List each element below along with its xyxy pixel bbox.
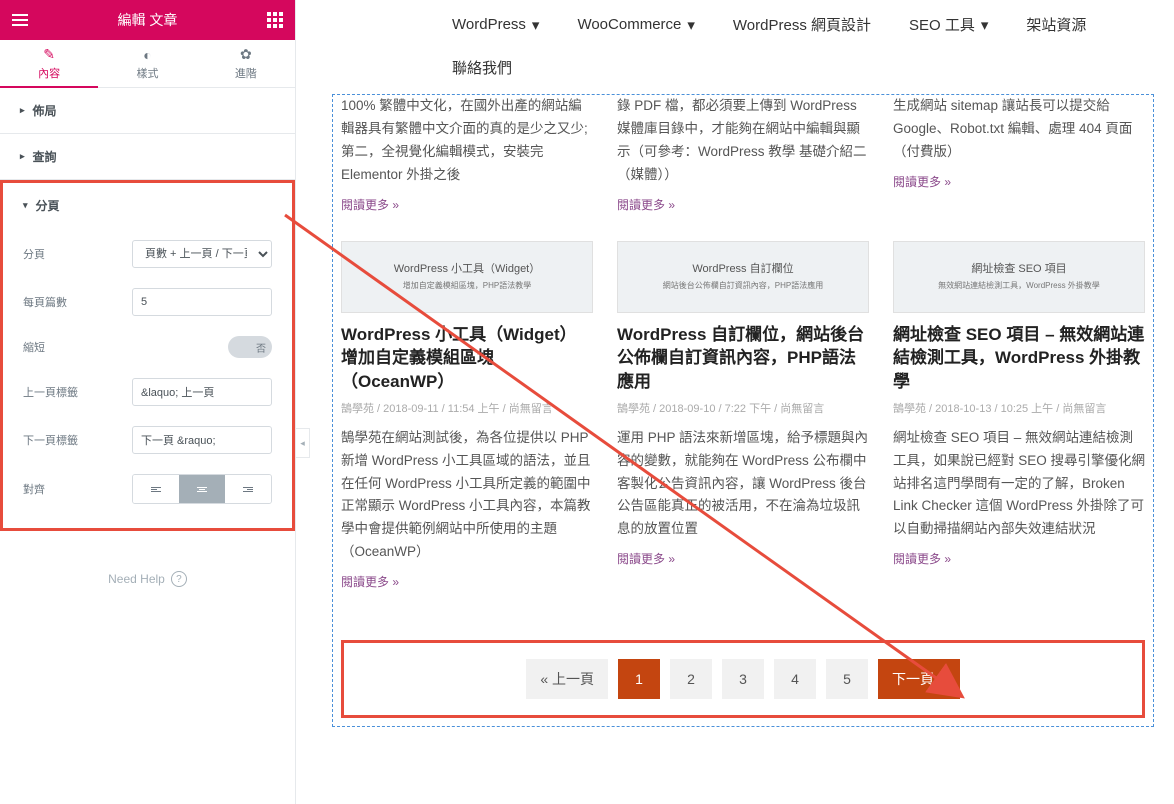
post-title[interactable]: 網址檢查 SEO 項目 – 無效網站連結檢測工具，WordPress 外掛教學 [893, 323, 1145, 394]
nav-wordpress[interactable]: WordPress▾ [452, 14, 539, 35]
post-excerpt: 鵠學苑在網站測試後，為各位提供以 PHP 新增 WordPress 小工具區域的… [341, 427, 593, 565]
widgets-grid-icon[interactable] [267, 12, 283, 28]
per-page-label: 每頁篇數 [23, 294, 67, 310]
menu-icon[interactable] [12, 14, 28, 26]
caret-right-icon: ▸ [20, 105, 25, 116]
post-excerpt: 生成網站 sitemap 讓站長可以提交給 Google、Robot.txt 編… [893, 95, 1145, 164]
shorten-toggle[interactable]: 否 [228, 336, 272, 358]
prev-text-label: 上一頁標籤 [23, 384, 78, 400]
post-excerpt-partial: 錄 PDF 檔，都必須要上傳到 WordPress 媒體庫目錄中，才能夠在網站中… [617, 95, 869, 217]
page-number-1[interactable]: 1 [618, 659, 660, 699]
nav-contact[interactable]: 聯絡我們 [452, 57, 1154, 78]
sidebar-title: 編輯 文章 [118, 10, 178, 30]
contrast-icon: ◐ [143, 47, 151, 63]
post-card: WordPress 小工具（Widget）增加自定義模組區塊，PHP語法教學 Wo… [341, 241, 593, 595]
top-navigation: WordPress▾ WooCommerce▾ WordPress 網頁設計 S… [332, 0, 1154, 49]
align-group [132, 474, 272, 504]
nav-design[interactable]: WordPress 網頁設計 [733, 14, 871, 35]
post-card: 網址檢查 SEO 項目無效網站連結檢測工具，WordPress 外掛教學網址檢查… [893, 241, 1145, 595]
caret-right-icon: ▸ [20, 151, 25, 162]
tab-advanced[interactable]: ✿ 進階 [197, 40, 295, 88]
post-excerpt: 100% 繁體中文化，在國外出產的網站編輯器具有繁體中文介面的真的是少之又少; … [341, 95, 593, 187]
read-more-link[interactable]: 閱讀更多 » [617, 549, 675, 569]
pagination-prev[interactable]: « 上一頁 [526, 659, 608, 699]
tab-style[interactable]: ◐ 樣式 [98, 40, 196, 88]
post-meta: 鵠學苑 / 2018-09-10 / 7:22 下午 / 尚無留言 [617, 400, 869, 419]
chevron-down-icon: ▾ [687, 16, 695, 34]
read-more-link[interactable]: 閱讀更多 » [341, 195, 399, 215]
post-excerpt: 運用 PHP 語法來新增區塊，給予標題與內容的變數，就能夠在 WordPress… [617, 427, 869, 542]
post-thumbnail[interactable]: WordPress 小工具（Widget）增加自定義模組區塊，PHP語法教學 [341, 241, 593, 313]
post-excerpt-partial: 100% 繁體中文化，在國外出產的網站編輯器具有繁體中文介面的真的是少之又少; … [341, 95, 593, 217]
chevron-down-icon: ▾ [981, 16, 989, 34]
panel-tabs: ✎ 內容 ◐ 樣式 ✿ 進階 [0, 40, 295, 88]
posts-widget-selected[interactable]: 100% 繁體中文化，在國外出產的網站編輯器具有繁體中文介面的真的是少之又少; … [332, 94, 1154, 727]
caret-down-icon: ▾ [23, 200, 28, 211]
post-title[interactable]: WordPress 自訂欄位，網站後台公佈欄自訂資訊內容，PHP語法應用 [617, 323, 869, 394]
pencil-icon: ✎ [43, 46, 55, 63]
pagination-type-select[interactable]: 頁數 + 上一頁 / 下一頁 [132, 240, 272, 268]
elementor-sidebar: 編輯 文章 ✎ 內容 ◐ 樣式 ✿ 進階 ▸佈局 ▸查詢 ▾分頁 分頁 頁數 +… [0, 0, 296, 804]
page-number-5[interactable]: 5 [826, 659, 868, 699]
read-more-link[interactable]: 閱讀更多 » [893, 172, 951, 192]
section-pagination-highlighted: ▾分頁 分頁 頁數 + 上一頁 / 下一頁 每頁篇數 縮短 否 上一頁標籤 下一… [0, 180, 295, 531]
align-right-button[interactable] [225, 475, 271, 503]
need-help-link[interactable]: Need Help ? [0, 531, 295, 627]
section-query[interactable]: ▸查詢 [0, 134, 295, 179]
collapse-sidebar-handle[interactable]: ◂ [296, 428, 310, 458]
prev-text-input[interactable] [132, 378, 272, 406]
page-number-3[interactable]: 3 [722, 659, 764, 699]
per-page-input[interactable] [132, 288, 272, 316]
post-card: WordPress 自訂欄位網站後台公佈欄自訂資訊內容，PHP語法應用 WordP… [617, 241, 869, 595]
section-layout[interactable]: ▸佈局 [0, 88, 295, 133]
sidebar-header: 編輯 文章 [0, 0, 295, 40]
pagination-type-label: 分頁 [23, 246, 45, 262]
section-pagination[interactable]: ▾分頁 [3, 183, 292, 228]
read-more-link[interactable]: 閱讀更多 » [341, 572, 399, 592]
post-title[interactable]: WordPress 小工具（Widget）增加自定義模組區塊（OceanWP） [341, 323, 593, 394]
post-thumbnail[interactable]: WordPress 自訂欄位網站後台公佈欄自訂資訊內容，PHP語法應用 [617, 241, 869, 313]
read-more-link[interactable]: 閱讀更多 » [617, 195, 675, 215]
nav-woocommerce[interactable]: WooCommerce▾ [577, 14, 694, 35]
pagination-next[interactable]: 下一頁 » [878, 659, 960, 699]
pagination-highlighted: « 上一頁 12345 下一頁 » [341, 640, 1145, 718]
align-left-button[interactable] [133, 475, 179, 503]
nav-resources[interactable]: 架站資源 [1026, 14, 1086, 35]
post-excerpt: 網址檢查 SEO 項目 – 無效網站連結檢測工具，如果說已經對 SEO 搜尋引擎… [893, 427, 1145, 542]
page-number-4[interactable]: 4 [774, 659, 816, 699]
preview-area: WordPress▾ WooCommerce▾ WordPress 網頁設計 S… [312, 0, 1174, 804]
nav-seo[interactable]: SEO 工具▾ [909, 14, 988, 35]
align-center-button[interactable] [179, 475, 225, 503]
post-meta: 鵠學苑 / 2018-09-11 / 11:54 上午 / 尚無留言 [341, 400, 593, 419]
tab-content[interactable]: ✎ 內容 [0, 40, 98, 88]
post-thumbnail[interactable]: 網址檢查 SEO 項目無效網站連結檢測工具，WordPress 外掛教學 [893, 241, 1145, 313]
read-more-link[interactable]: 閱讀更多 » [893, 549, 951, 569]
next-text-label: 下一頁標籤 [23, 432, 78, 448]
help-icon: ? [171, 571, 187, 587]
shorten-label: 縮短 [23, 339, 45, 355]
chevron-down-icon: ▾ [532, 16, 540, 34]
next-text-input[interactable] [132, 426, 272, 454]
page-number-2[interactable]: 2 [670, 659, 712, 699]
align-label: 對齊 [23, 481, 45, 497]
post-excerpt-partial: 生成網站 sitemap 讓站長可以提交給 Google、Robot.txt 編… [893, 95, 1145, 217]
gear-icon: ✿ [240, 46, 252, 63]
post-meta: 鵠學苑 / 2018-10-13 / 10:25 上午 / 尚無留言 [893, 400, 1145, 419]
post-excerpt: 錄 PDF 檔，都必須要上傳到 WordPress 媒體庫目錄中，才能夠在網站中… [617, 95, 869, 187]
